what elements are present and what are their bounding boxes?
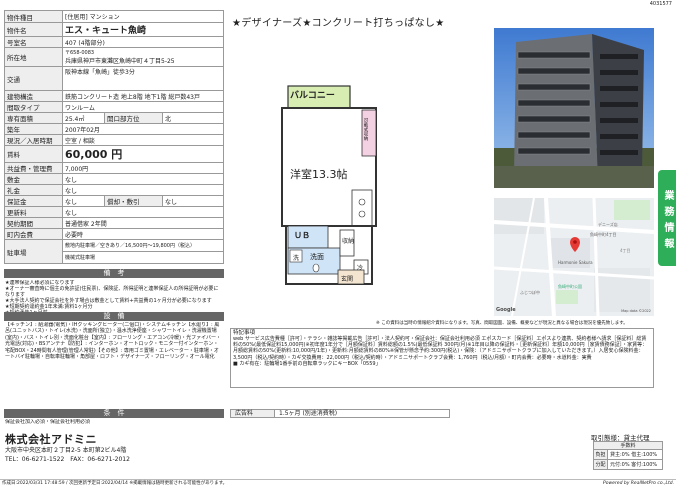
ad-fee-value: 1.5ヶ月 (別途消費税) bbox=[279, 410, 338, 417]
rent-label: 賃料 bbox=[4, 145, 63, 163]
amortization-label: 償却・敷引 bbox=[104, 195, 163, 207]
type-label: 物件種目 bbox=[4, 10, 63, 23]
key-money-label: 礼金 bbox=[4, 184, 63, 196]
terms-text: 保証会社加入必須・保証会社利用必須 bbox=[5, 419, 91, 425]
direction-label: 開口部方位 bbox=[104, 112, 163, 124]
built-value: 2007年02月 bbox=[62, 123, 224, 135]
parking-value: 敷地内駐車場／空きあり／16,500円～19,800円（税込） bbox=[62, 239, 224, 252]
layout-value: ワンルーム bbox=[62, 101, 224, 113]
rent-value: 60,000 円 bbox=[62, 145, 224, 163]
ad-fee-row: 広告料 1.5ヶ月 (別途消費税) bbox=[230, 409, 450, 418]
fee-burden-value: 貸主:0% 借主:100% bbox=[607, 449, 663, 460]
deposit-label: 敷金 bbox=[4, 173, 63, 185]
reference-code: 4031577 bbox=[649, 1, 672, 7]
note-item: ★オーナー審査時に個主の免許証(住民票)、保険証、所得証明と連帯保証人の所得証明… bbox=[5, 286, 219, 298]
room-value: 407 (4階部分) bbox=[62, 36, 224, 48]
room-label: 洋室13.3帖 bbox=[290, 168, 348, 181]
fridge-label: 冷 bbox=[357, 265, 364, 272]
ad-fee-label: 広告料 bbox=[231, 410, 275, 417]
fee-split-label: 分配 bbox=[593, 459, 608, 470]
features-key-info: ■ カギ有在：駐輪場1番手前の自転車ラックにキーBOX「0559」 bbox=[233, 360, 381, 367]
footer-dates: 作成日:2022/03/31 17:48:59 / 次回更新予定日:2022/0… bbox=[2, 481, 228, 486]
footer-bar: 作成日:2022/03/31 17:48:59 / 次回更新予定日:2022/0… bbox=[0, 479, 676, 487]
business-info-tab[interactable]: 業務情報 bbox=[658, 170, 676, 266]
amortization-value: なし bbox=[162, 195, 224, 207]
parking-type: 機械式駐車場 bbox=[62, 251, 224, 264]
features-box: 特記事項 web サービス広告費種［許可］・テラシ・雑誌等掲載広告［許可］・法人… bbox=[230, 328, 654, 388]
company-name: 株式会社アドミニ bbox=[5, 433, 97, 446]
company-address: 大阪市中央区本町２丁目2-5 本町第2ビル4階 bbox=[5, 447, 127, 454]
room-label: 号室名 bbox=[4, 36, 63, 48]
area-label: 専有面積 bbox=[4, 112, 63, 124]
fee-table: 手数料 負担 貸主:0% 借主:100% 分配 元付:0% 客付:100% bbox=[593, 441, 663, 470]
address-value: 兵庫県神戸市東灘区魚崎中町４丁目5-25 bbox=[65, 57, 175, 65]
location-map[interactable]: デニーズ店 魚崎中町4丁目 4丁目 Harmonie Sakura 魚崎中町公園… bbox=[494, 198, 654, 316]
name-label: 物件名 bbox=[4, 22, 63, 37]
map-label-harmonie: Harmonie Sakura bbox=[558, 260, 593, 265]
map-label-fujitsubo: ふじつぼ中 bbox=[520, 290, 540, 295]
area-value: 25.4㎡ bbox=[62, 112, 105, 124]
guarantee-value: なし bbox=[62, 195, 105, 207]
equipment-header: 設 備 bbox=[4, 312, 224, 321]
layout-label: 間取タイプ bbox=[4, 101, 63, 113]
floorplan-disclaimer: ※ この資料は当時の情報紹介資料になります。写真、間取図面、設備、概要などが現況… bbox=[376, 321, 628, 326]
renewal-label: 更新料 bbox=[4, 206, 63, 218]
washroom-label: 洗面 bbox=[310, 253, 324, 261]
town-fee-value: 必要時 bbox=[62, 228, 224, 240]
balcony-label: バルコニー bbox=[290, 91, 335, 101]
status-label: 現況／入居時期 bbox=[4, 134, 63, 146]
mgmt-label: 共益費・管理費 bbox=[4, 162, 63, 174]
address-label: 所在地 bbox=[4, 47, 63, 67]
headline: ★デザイナーズ★コンクリート打ちっぱなし★ bbox=[232, 18, 445, 29]
property-name: エス・キュート魚崎 bbox=[62, 22, 224, 37]
map-label-park: 魚崎中町公園 bbox=[558, 284, 582, 289]
unit-bath-label: ＵＢ bbox=[294, 231, 310, 240]
parking-label: 駐車場 bbox=[4, 239, 63, 264]
toilet bbox=[312, 263, 320, 273]
fee-header: 手数料 bbox=[593, 441, 663, 450]
contract-value: 普通借家 2年間 bbox=[62, 217, 224, 229]
structure-value: 鉄筋コンクリート造 地上8階 地下1階 総戸数43戸 bbox=[62, 90, 224, 102]
key-money-value: なし bbox=[62, 184, 224, 196]
equipment-text: 【キッチン】: 給湯器(電気)・IHクッキングヒーター(二個口)・システムキッチ… bbox=[5, 322, 221, 361]
guarantee-label: 保証金 bbox=[4, 195, 63, 207]
company-phone: TEL：06-6271-1522 FAX：06-6271-2012 bbox=[5, 456, 130, 463]
mgmt-value: 7,000円 bbox=[62, 162, 224, 174]
type-value: [住居用] マンション bbox=[62, 10, 224, 23]
deposit-value: なし bbox=[62, 173, 224, 185]
floor-plan: バルコニー 可動式収納 洋室13.3帖 ＵＢ 収納 洗 洗面 冷 玄関 bbox=[272, 80, 392, 290]
map-label-town: 魚崎中町4丁目 bbox=[590, 232, 617, 237]
fee-burden-label: 負担 bbox=[593, 449, 608, 460]
closet-label: 収納 bbox=[342, 238, 355, 245]
direction-value: 北 bbox=[162, 112, 224, 124]
kitchen-counter bbox=[351, 189, 373, 227]
property-spec-table: 物件種目 [住居用] マンション 物件名 エス・キュート魚崎 号室名 407 (4階部… bbox=[4, 10, 224, 264]
notes-header: 備 考 bbox=[4, 269, 224, 278]
town-fee-label: 町内会費 bbox=[4, 228, 63, 240]
access-label: 交通 bbox=[4, 66, 63, 91]
terms-header: 条 件 bbox=[4, 409, 224, 418]
map-label-dennys: デニーズ店 bbox=[598, 222, 618, 227]
status-value: 空室 / 相談 bbox=[62, 134, 224, 146]
storage-label: 可動式収納 bbox=[363, 118, 368, 141]
map-attribution: Map data ©2022 bbox=[621, 309, 651, 313]
contract-label: 契約期間 bbox=[4, 217, 63, 229]
renewal-value: なし bbox=[62, 206, 224, 218]
building-photo bbox=[494, 28, 654, 188]
washer-label: 洗 bbox=[293, 255, 300, 262]
built-label: 築年 bbox=[4, 123, 63, 135]
footer-powered: Powered by RealNetPro co.,Ltd. bbox=[603, 481, 674, 486]
entrance-label: 玄関 bbox=[341, 276, 354, 283]
map-google-logo: Google bbox=[496, 307, 516, 313]
features-text: web サービス広告費種［許可］・テラシ・雑誌等掲載広告［許可］・法人契約可・保… bbox=[233, 336, 648, 361]
fee-split-value: 元付:0% 客付:100% bbox=[607, 459, 663, 470]
map-label-block: 4丁目 bbox=[620, 248, 631, 253]
structure-label: 建物構造 bbox=[4, 90, 63, 102]
access-value: 阪神本線「魚崎」徒歩3分 bbox=[62, 66, 224, 91]
